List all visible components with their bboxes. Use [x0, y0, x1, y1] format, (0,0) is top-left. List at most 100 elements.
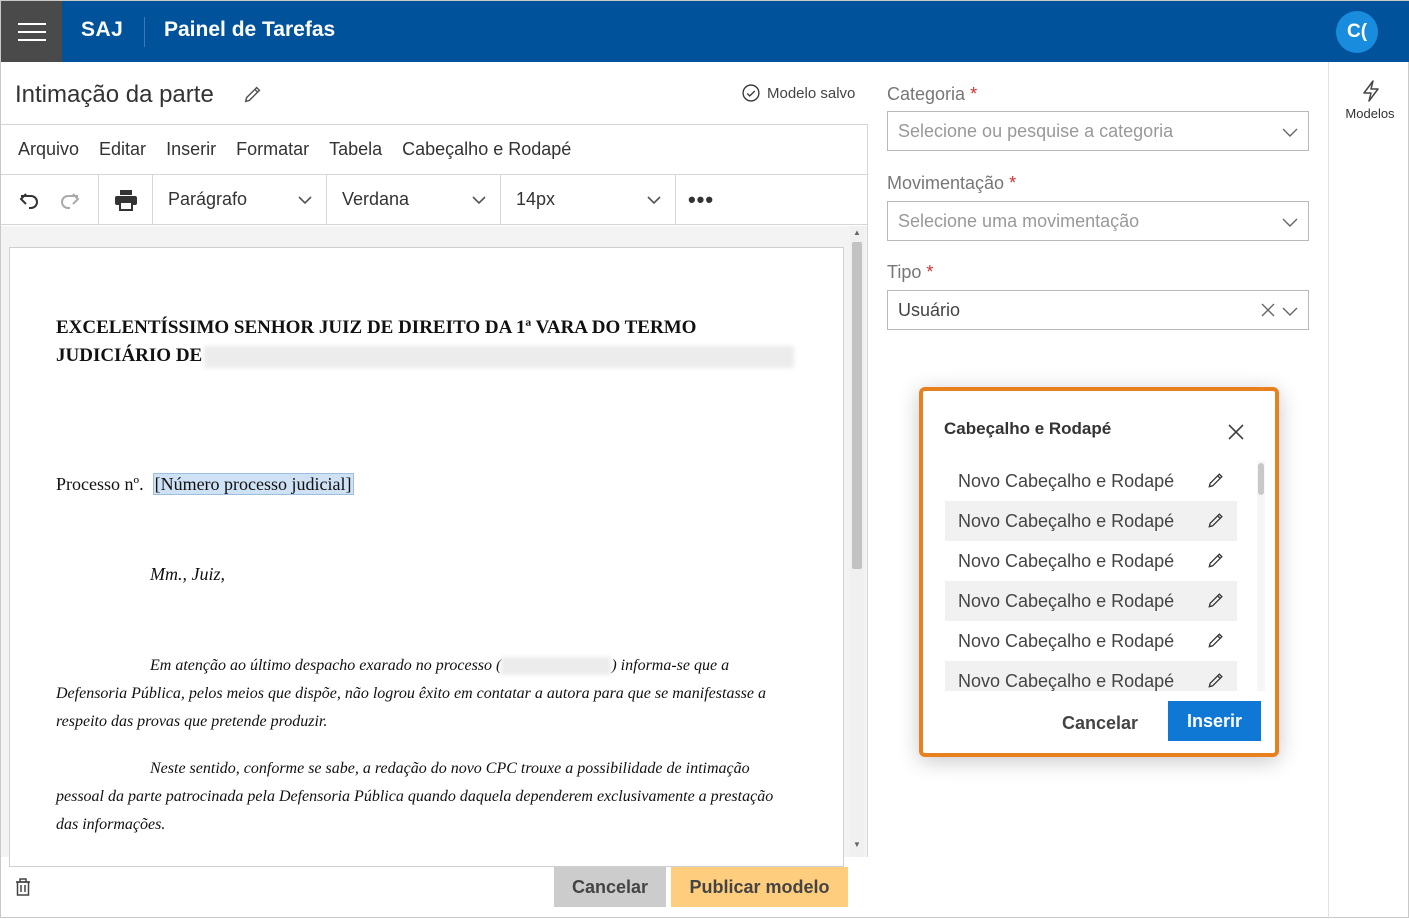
dialog-cancel-button[interactable]: Cancelar	[1043, 703, 1157, 743]
scroll-thumb[interactable]	[852, 242, 862, 569]
pencil-icon[interactable]	[1206, 550, 1226, 570]
required-mark: *	[1009, 173, 1017, 193]
redo-icon[interactable]	[58, 188, 82, 212]
heading-line-2-text: JUDICIÁRIO DE	[56, 345, 203, 366]
pencil-icon[interactable]	[1206, 590, 1226, 610]
menu-cabecalho-rodape[interactable]: Cabeçalho e Rodapé	[402, 139, 571, 160]
brand-logo[interactable]: SAJ	[81, 18, 123, 42]
pencil-icon[interactable]	[1206, 470, 1226, 490]
chevron-down-icon	[472, 195, 486, 204]
tipo-label-text: Tipo	[887, 262, 922, 282]
user-avatar[interactable]: C(	[1336, 11, 1378, 53]
close-icon[interactable]	[1227, 423, 1245, 441]
list-item-label: Novo Cabeçalho e Rodapé	[958, 470, 1175, 491]
paragraph-2: Neste sentido, conforme se sabe, a redaç…	[56, 755, 796, 839]
process-label: Processo nº.	[56, 474, 144, 494]
para1-line-2: Defensoria Pública, pelos meios que disp…	[56, 685, 766, 702]
dialog-scroll-thumb[interactable]	[1258, 463, 1264, 495]
list-item[interactable]: Novo Cabeçalho e Rodapé	[945, 461, 1237, 501]
font-family-select[interactable]: Verdana	[327, 175, 501, 224]
list-item-label: Novo Cabeçalho e Rodapé	[958, 550, 1175, 571]
header-footer-dialog: Cabeçalho e Rodapé Novo Cabeçalho e Roda…	[919, 387, 1279, 757]
para2-line-1: Neste sentido, conforme se sabe, a redaç…	[150, 760, 750, 777]
paragraph-1: Em atenção ao último despacho exarado no…	[56, 652, 796, 736]
movimentacao-placeholder: Selecione uma movimentação	[898, 210, 1140, 231]
chevron-down-icon	[1282, 307, 1298, 316]
salutation: Mm., Juiz,	[150, 564, 225, 584]
pencil-icon[interactable]	[1206, 630, 1226, 650]
print-icon	[114, 189, 137, 211]
categoria-select[interactable]: Selecione ou pesquise a categoria	[887, 111, 1309, 151]
paragraph-format-value: Parágrafo	[168, 189, 248, 209]
para2-line-2: pessoal da parte patrocinada pela Defens…	[56, 788, 774, 805]
editor-toolbar: Parágrafo Verdana 14px •••	[1, 175, 867, 225]
movimentacao-label-text: Movimentação	[887, 173, 1005, 193]
heading-line-2: JUDICIÁRIO DE	[56, 342, 796, 370]
tipo-select[interactable]: Usuário	[887, 290, 1309, 330]
menu-editar[interactable]: Editar	[99, 139, 146, 160]
list-item[interactable]: Novo Cabeçalho e Rodapé	[945, 661, 1237, 691]
scroll-up-arrow-icon[interactable]: ▲	[853, 228, 861, 237]
pencil-icon[interactable]	[1206, 670, 1226, 690]
document-canvas: EXCELENTÍSSIMO SENHOR JUIZ DE DIREITO DA…	[1, 226, 867, 867]
undo-icon[interactable]	[17, 188, 41, 212]
dialog-title: Cabeçalho e Rodapé	[944, 419, 1112, 438]
dialog-list-scrollbar[interactable]	[1257, 461, 1265, 691]
list-item[interactable]: Novo Cabeçalho e Rodapé	[945, 581, 1237, 621]
publish-model-button[interactable]: Publicar modelo	[671, 867, 848, 907]
check-circle-icon	[742, 84, 760, 102]
dialog-insert-button[interactable]: Inserir	[1168, 701, 1261, 741]
right-rail: Modelos	[1328, 62, 1409, 919]
header-divider	[144, 17, 145, 47]
list-item-label: Novo Cabeçalho e Rodapé	[958, 510, 1175, 531]
list-item[interactable]: Novo Cabeçalho e Rodapé	[945, 541, 1237, 581]
header-footer-list: Novo Cabeçalho e Rodapé Novo Cabeçalho e…	[945, 461, 1237, 691]
clear-x-icon[interactable]	[1261, 303, 1275, 317]
menu-formatar[interactable]: Formatar	[236, 139, 309, 160]
font-family-value: Verdana	[342, 189, 410, 209]
modelos-label[interactable]: Modelos	[1329, 106, 1409, 121]
app-title: Painel de Tarefas	[164, 18, 336, 41]
trash-icon[interactable]	[14, 877, 32, 897]
scroll-down-arrow-icon[interactable]: ▼	[853, 840, 861, 849]
font-size-select[interactable]: 14px	[501, 175, 676, 224]
chevron-down-icon	[1282, 218, 1298, 227]
para1-text-b: ) informa-se que a	[611, 657, 730, 674]
heading-line-1: EXCELENTÍSSIMO SENHOR JUIZ DE DIREITO DA…	[56, 317, 697, 338]
pencil-icon[interactable]	[1206, 510, 1226, 530]
categoria-placeholder: Selecione ou pesquise a categoria	[898, 120, 1174, 141]
required-mark: *	[926, 262, 934, 282]
document-page[interactable]: EXCELENTÍSSIMO SENHOR JUIZ DE DIREITO DA…	[9, 247, 844, 867]
redacted-text	[204, 345, 795, 368]
menu-inserir[interactable]: Inserir	[166, 139, 216, 160]
process-line: Processo nº. [Número processo judicial]	[56, 473, 354, 495]
required-mark: *	[970, 84, 978, 104]
para1-text-a: Em atenção ao último despacho exarado no…	[150, 657, 502, 674]
list-item-label: Novo Cabeçalho e Rodapé	[958, 670, 1175, 691]
document-heading: EXCELENTÍSSIMO SENHOR JUIZ DE DIREITO DA…	[56, 314, 796, 370]
paragraph-format-select[interactable]: Parágrafo	[153, 175, 327, 224]
document-scrollbar[interactable]: ▲ ▼	[850, 226, 864, 857]
hamburger-menu-icon[interactable]	[1, 1, 62, 62]
menu-arquivo[interactable]: Arquivo	[18, 139, 79, 160]
chevron-down-icon	[1282, 128, 1298, 137]
font-size-value: 14px	[516, 189, 556, 209]
saved-status: Modelo salvo	[741, 83, 855, 103]
list-item[interactable]: Novo Cabeçalho e Rodapé	[945, 621, 1237, 661]
lightning-bolt-icon[interactable]	[1361, 80, 1381, 102]
document-title: Intimação da parte	[15, 81, 214, 108]
movimentacao-select[interactable]: Selecione uma movimentação	[887, 201, 1309, 241]
process-number-placeholder[interactable]: [Número processo judicial]	[152, 473, 354, 495]
editor-menubar: Arquivo Editar Inserir Formatar Tabela C…	[1, 125, 867, 175]
list-item[interactable]: Novo Cabeçalho e Rodapé	[945, 501, 1237, 541]
print-button[interactable]	[99, 175, 153, 224]
redacted-text	[501, 657, 612, 676]
list-item-label: Novo Cabeçalho e Rodapé	[958, 630, 1175, 651]
chevron-down-icon	[647, 195, 661, 204]
menu-tabela[interactable]: Tabela	[329, 139, 382, 160]
tipo-value: Usuário	[898, 299, 961, 320]
cancel-button[interactable]: Cancelar	[554, 867, 666, 907]
edit-title-pencil-icon[interactable]	[242, 83, 264, 105]
more-options-button[interactable]: •••	[676, 175, 726, 224]
saved-status-label: Modelo salvo	[767, 84, 856, 102]
